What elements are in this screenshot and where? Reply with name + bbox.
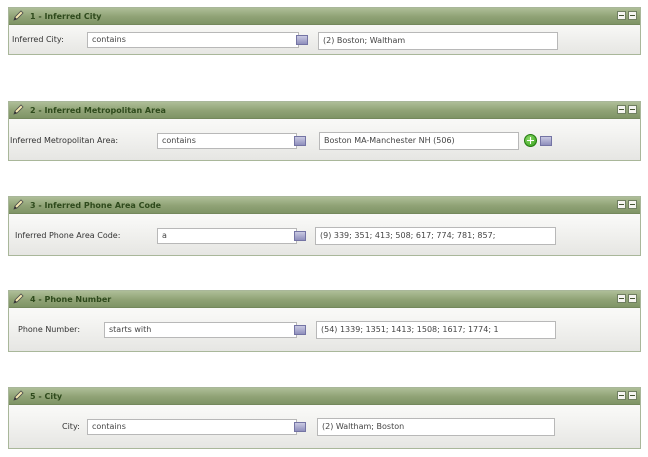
minimize-icon[interactable] (617, 11, 626, 20)
minimize-icon[interactable] (617, 391, 626, 400)
pencil-icon[interactable] (11, 198, 27, 212)
value-field[interactable]: (2) Boston; Waltham (318, 32, 558, 50)
filter-panel-inferred-city: 1 - Inferred City Inferred City: contain… (8, 7, 641, 55)
pencil-icon[interactable] (11, 292, 27, 306)
panel-header: 1 - Inferred City (9, 8, 640, 25)
panel-title: 1 - Inferred City (30, 11, 102, 21)
pencil-icon[interactable] (11, 9, 27, 23)
value-field[interactable]: (2) Waltham; Boston (317, 418, 555, 436)
lookup-icon[interactable] (294, 325, 306, 335)
close-icon[interactable] (628, 200, 637, 209)
filter-panel-inferred-phone-area-code: 3 - Inferred Phone Area Code Inferred Ph… (8, 196, 641, 256)
close-icon[interactable] (628, 294, 637, 303)
panel-title: 4 - Phone Number (30, 294, 112, 304)
value-field[interactable]: (9) 339; 351; 413; 508; 617; 774; 781; 8… (315, 227, 556, 245)
panel-header: 3 - Inferred Phone Area Code (9, 197, 640, 214)
lookup-icon[interactable] (296, 35, 308, 45)
filter-panel-phone-number: 4 - Phone Number Phone Number: starts wi… (8, 290, 641, 352)
value-field[interactable]: (54) 1339; 1351; 1413; 1508; 1617; 1774;… (316, 321, 556, 339)
field-label: Phone Number: (18, 325, 81, 334)
operator-select[interactable]: a (157, 228, 297, 244)
field-label: Inferred City: (12, 35, 64, 44)
field-label: City: (62, 422, 80, 431)
panel-title: 3 - Inferred Phone Area Code (30, 200, 162, 210)
add-icon[interactable] (524, 134, 537, 147)
operator-select[interactable]: starts with (104, 322, 297, 338)
operator-select[interactable]: contains (87, 32, 299, 48)
field-label: Inferred Metropolitan Area: (10, 136, 119, 145)
lookup-icon[interactable] (294, 136, 306, 146)
minimize-icon[interactable] (617, 200, 626, 209)
lookup-icon[interactable] (294, 231, 306, 241)
close-icon[interactable] (628, 105, 637, 114)
panel-header: 4 - Phone Number (9, 291, 640, 308)
lookup-icon[interactable] (540, 136, 552, 146)
close-icon[interactable] (628, 391, 637, 400)
pencil-icon[interactable] (11, 103, 27, 117)
value-field[interactable]: Boston MA-Manchester NH (506) (319, 132, 519, 150)
filter-panel-inferred-metro-area: 2 - Inferred Metropolitan Area Inferred … (8, 101, 641, 161)
filter-panel-city: 5 - City City: contains (2) Waltham; Bos… (8, 387, 641, 449)
panel-header: 5 - City (9, 388, 640, 405)
operator-select[interactable]: contains (157, 133, 297, 149)
panel-title: 2 - Inferred Metropolitan Area (30, 105, 166, 115)
minimize-icon[interactable] (617, 105, 626, 114)
minimize-icon[interactable] (617, 294, 626, 303)
operator-select[interactable]: contains (87, 419, 297, 435)
lookup-icon[interactable] (294, 422, 306, 432)
panel-header: 2 - Inferred Metropolitan Area (9, 102, 640, 119)
field-label: Inferred Phone Area Code: (15, 231, 121, 240)
pencil-icon[interactable] (11, 389, 27, 403)
close-icon[interactable] (628, 11, 637, 20)
panel-title: 5 - City (30, 391, 63, 401)
